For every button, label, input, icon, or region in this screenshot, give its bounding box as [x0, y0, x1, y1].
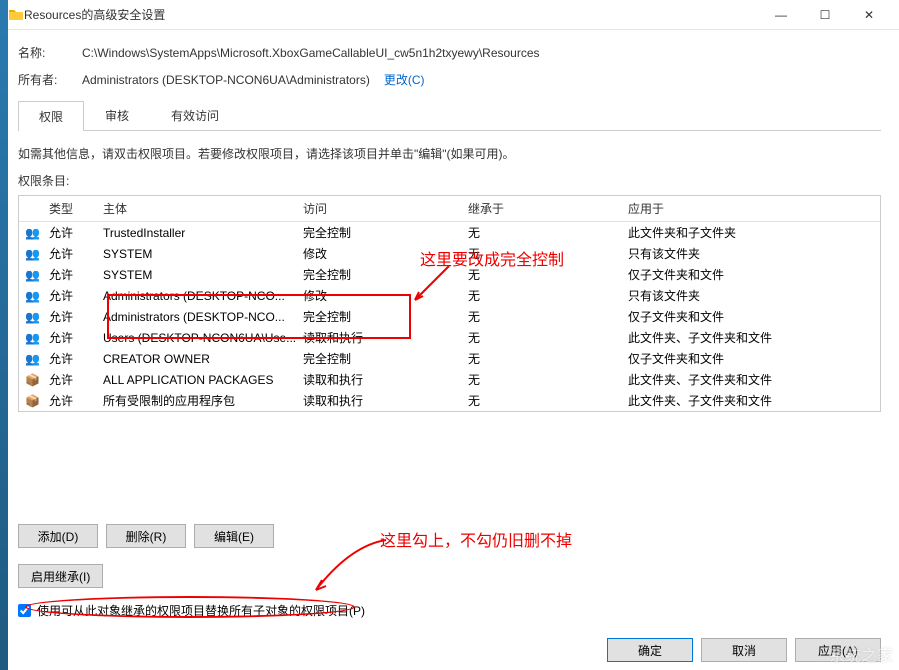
cancel-button[interactable]: 取消 [701, 638, 787, 662]
add-button[interactable]: 添加(D) [18, 524, 98, 548]
cell-apply: 此文件夹、子文件夹和文件 [628, 329, 874, 346]
cell-inherit: 无 [468, 329, 628, 346]
owner-value: Administrators (DESKTOP-NCON6UA\Administ… [82, 73, 370, 87]
col-type[interactable]: 类型 [49, 200, 103, 217]
owner-label: 所有者: [18, 71, 82, 88]
cell-principal: Users (DESKTOP-NCON6UA\Use... [103, 331, 303, 345]
cell-type: 允许 [49, 350, 103, 367]
cell-type: 允许 [49, 329, 103, 346]
cell-access: 读取和执行 [303, 371, 468, 388]
col-principal[interactable]: 主体 [103, 200, 303, 217]
cell-inherit: 无 [468, 392, 628, 409]
table-header: 类型 主体 访问 继承于 应用于 [19, 196, 880, 222]
cell-type: 允许 [49, 371, 103, 388]
col-inherit[interactable]: 继承于 [468, 200, 628, 217]
cell-type: 允许 [49, 287, 103, 304]
principal-icon [25, 310, 41, 324]
col-access[interactable]: 访问 [303, 200, 468, 217]
cell-access: 完全控制 [303, 266, 468, 283]
table-row[interactable]: 允许ALL APPLICATION PACKAGES读取和执行无此文件夹、子文件… [19, 369, 880, 390]
cell-apply: 只有该文件夹 [628, 287, 874, 304]
dialog-footer: 确定 取消 应用(A) [607, 638, 881, 662]
table-row[interactable]: 允许CREATOR OWNER完全控制无仅子文件夹和文件 [19, 348, 880, 369]
cell-apply: 只有该文件夹 [628, 245, 874, 262]
cell-type: 允许 [49, 224, 103, 241]
cell-access: 修改 [303, 245, 468, 262]
tab-effective-access[interactable]: 有效访问 [150, 100, 240, 130]
cell-access: 读取和执行 [303, 392, 468, 409]
name-value: C:\Windows\SystemApps\Microsoft.XboxGame… [82, 46, 540, 60]
tabs: 权限 审核 有效访问 [18, 100, 881, 131]
enable-inheritance-button[interactable]: 启用继承(I) [18, 564, 103, 588]
cell-principal: ALL APPLICATION PACKAGES [103, 373, 303, 387]
principal-icon [25, 268, 41, 282]
principal-icon [25, 226, 41, 240]
cell-type: 允许 [49, 308, 103, 325]
cell-inherit: 无 [468, 224, 628, 241]
tab-permissions[interactable]: 权限 [18, 101, 84, 131]
table-row[interactable]: 允许TrustedInstaller完全控制无此文件夹和子文件夹 [19, 222, 880, 243]
maximize-button[interactable]: ☐ [803, 1, 847, 29]
cell-inherit: 无 [468, 245, 628, 262]
cell-inherit: 无 [468, 350, 628, 367]
cell-principal: SYSTEM [103, 247, 303, 261]
name-label: 名称: [18, 44, 82, 61]
cell-type: 允许 [49, 266, 103, 283]
replace-child-permissions-label: 使用可从此对象继承的权限项目替换所有子对象的权限项目(P) [37, 602, 365, 619]
hint-text: 如需其他信息，请双击权限项目。若要修改权限项目，请选择该项目并单击"编辑"(如果… [18, 145, 881, 162]
cell-principal: Administrators (DESKTOP-NCO... [103, 310, 303, 324]
cell-access: 完全控制 [303, 224, 468, 241]
cell-principal: SYSTEM [103, 268, 303, 282]
cell-principal: Administrators (DESKTOP-NCO... [103, 289, 303, 303]
replace-child-permissions-checkbox[interactable] [18, 604, 31, 617]
col-apply[interactable]: 应用于 [628, 200, 874, 217]
principal-icon [25, 373, 40, 387]
remove-button[interactable]: 删除(R) [106, 524, 186, 548]
window-title: Resources的高级安全设置 [24, 6, 759, 23]
cell-apply: 仅子文件夹和文件 [628, 350, 874, 367]
cell-apply: 仅子文件夹和文件 [628, 308, 874, 325]
cell-principal: CREATOR OWNER [103, 352, 303, 366]
change-owner-link[interactable]: 更改(C) [384, 71, 425, 88]
cell-inherit: 无 [468, 266, 628, 283]
cell-apply: 此文件夹、子文件夹和文件 [628, 371, 874, 388]
cell-apply: 此文件夹和子文件夹 [628, 224, 874, 241]
desktop-edge [0, 0, 8, 670]
cell-inherit: 无 [468, 308, 628, 325]
principal-icon [25, 352, 41, 366]
ok-button[interactable]: 确定 [607, 638, 693, 662]
table-row[interactable]: 允许Administrators (DESKTOP-NCO...修改无只有该文件… [19, 285, 880, 306]
cell-access: 完全控制 [303, 308, 468, 325]
cell-apply: 仅子文件夹和文件 [628, 266, 874, 283]
entries-label: 权限条目: [18, 172, 881, 189]
cell-type: 允许 [49, 392, 103, 409]
cell-inherit: 无 [468, 371, 628, 388]
table-row[interactable]: 允许所有受限制的应用程序包读取和执行无此文件夹、子文件夹和文件 [19, 390, 880, 411]
cell-apply: 此文件夹、子文件夹和文件 [628, 392, 874, 409]
close-button[interactable]: ✕ [847, 1, 891, 29]
principal-icon [25, 394, 40, 408]
cell-inherit: 无 [468, 287, 628, 304]
table-row[interactable]: 允许SYSTEM修改无只有该文件夹 [19, 243, 880, 264]
permissions-table: 类型 主体 访问 继承于 应用于 允许TrustedInstaller完全控制无… [18, 195, 881, 412]
minimize-button[interactable]: — [759, 1, 803, 29]
cell-principal: 所有受限制的应用程序包 [103, 392, 303, 409]
apply-button[interactable]: 应用(A) [795, 638, 881, 662]
cell-access: 修改 [303, 287, 468, 304]
principal-icon [25, 247, 41, 261]
cell-principal: TrustedInstaller [103, 226, 303, 240]
principal-icon [25, 331, 41, 345]
cell-access: 读取和执行 [303, 329, 468, 346]
table-row[interactable]: 允许SYSTEM完全控制无仅子文件夹和文件 [19, 264, 880, 285]
table-row[interactable]: 允许Administrators (DESKTOP-NCO...完全控制无仅子文… [19, 306, 880, 327]
tab-auditing[interactable]: 审核 [84, 100, 150, 130]
edit-button[interactable]: 编辑(E) [194, 524, 274, 548]
table-row[interactable]: 允许Users (DESKTOP-NCON6UA\Use...读取和执行无此文件… [19, 327, 880, 348]
cell-type: 允许 [49, 245, 103, 262]
folder-icon [8, 7, 24, 23]
titlebar: Resources的高级安全设置 — ☐ ✕ [0, 0, 899, 30]
principal-icon [25, 289, 41, 303]
cell-access: 完全控制 [303, 350, 468, 367]
